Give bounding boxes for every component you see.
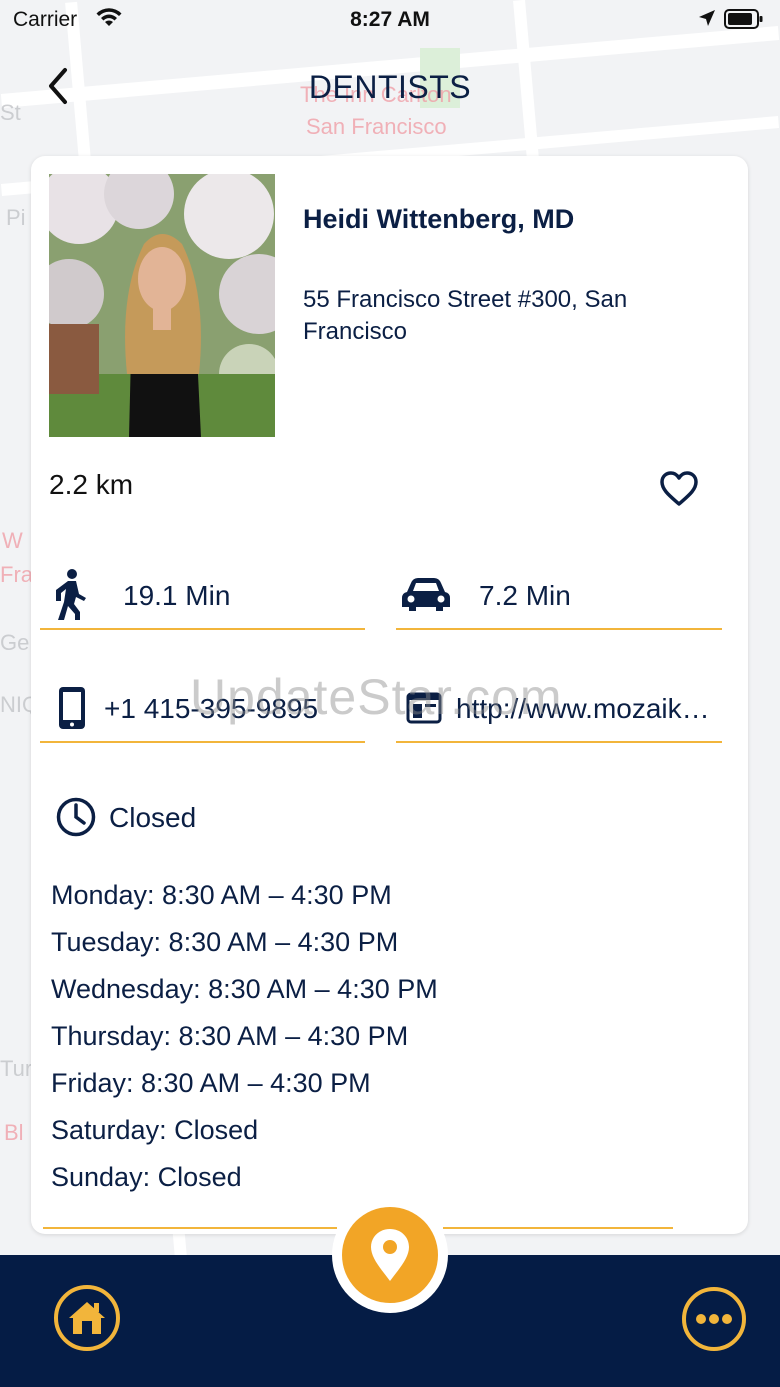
walk-time-cell: 19.1 Min [40, 568, 365, 630]
hours-thursday: Thursday: 8:30 AM – 4:30 PM [51, 1021, 409, 1051]
heart-icon [660, 471, 698, 506]
provider-address: 55 Francisco Street #300, San Francisco [303, 286, 628, 345]
hours-friday: Friday: 8:30 AM – 4:30 PM [51, 1068, 371, 1098]
divider-right [443, 1227, 673, 1229]
opening-hours: Monday: 8:30 AM – 4:30 PM Tuesday: 8:30 … [51, 876, 438, 1205]
provider-name: Heidi Wittenberg, MD [303, 204, 575, 234]
header: DENTISTS [0, 52, 780, 122]
more-icon [696, 1314, 732, 1324]
location-arrow-icon [699, 10, 715, 26]
phone-icon [59, 687, 85, 729]
hours-saturday: Saturday: Closed [51, 1115, 259, 1145]
walking-icon [56, 569, 86, 620]
status-bar: Carrier 8:27 AM [0, 0, 780, 40]
battery-icon [724, 9, 763, 29]
home-icon [69, 1302, 105, 1334]
drive-time-value: 7.2 Min [479, 580, 571, 611]
clock-time: 8:27 AM [350, 8, 430, 31]
favorite-button[interactable] [658, 469, 700, 509]
hours-tuesday: Tuesday: 8:30 AM – 4:30 PM [51, 927, 399, 957]
car-icon [402, 578, 450, 611]
map-button[interactable] [342, 1207, 438, 1303]
hours-monday: Monday: 8:30 AM – 4:30 PM [51, 880, 392, 910]
walk-time-value: 19.1 Min [123, 580, 231, 611]
divider-left [43, 1227, 337, 1229]
drive-time-cell: 7.2 Min [396, 568, 722, 630]
location-pin-icon [371, 1229, 409, 1281]
provider-photo [49, 174, 275, 437]
distance-label: 2.2 km [49, 469, 134, 500]
hours-wednesday: Wednesday: 8:30 AM – 4:30 PM [51, 974, 438, 1004]
clock-icon [56, 797, 96, 837]
home-button[interactable] [54, 1285, 120, 1351]
more-button[interactable] [682, 1287, 746, 1351]
open-status-text: Closed [109, 802, 197, 833]
page-title: DENTISTS [308, 69, 472, 105]
watermark: UpdateStar.com [190, 669, 563, 725]
